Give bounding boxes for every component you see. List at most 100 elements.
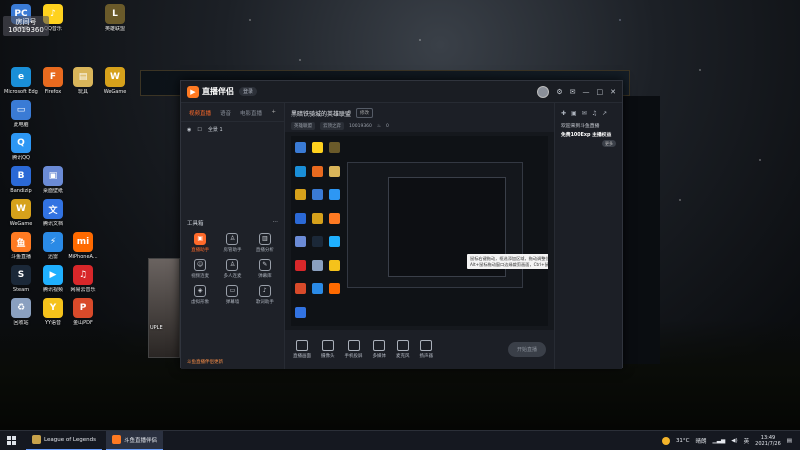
- desktop-icon[interactable]: ▤ 玩具: [66, 67, 100, 95]
- add-tab-icon[interactable]: +: [271, 109, 276, 117]
- desktop-icon[interactable]: ⚡ 迅雷: [36, 232, 70, 260]
- desktop-icon[interactable]: Q 腾讯QQ: [4, 133, 38, 161]
- source-label: 手机投屏: [344, 354, 363, 360]
- desktop-icon[interactable]: W WeGame: [98, 67, 132, 95]
- mail-icon[interactable]: ✉: [582, 110, 587, 117]
- desktop-icon[interactable]: 鱼斗鱼直播: [4, 232, 38, 260]
- tool-item[interactable]: ♪ 歌词助手: [250, 285, 280, 305]
- live-screen-button[interactable]: 直播画面: [293, 340, 311, 359]
- avatar[interactable]: [537, 85, 550, 98]
- minimize-icon[interactable]: —: [583, 88, 590, 96]
- preview-tooltip: 鼠标右键拖动，框选添加区域，拖动调整位置大小。按住Alt+鼠标拖动窗口边缘裁剪画…: [467, 254, 548, 269]
- desktop-icon-label: Microsoft Edge: [4, 89, 38, 95]
- start-button[interactable]: [0, 431, 22, 450]
- desktop-icon[interactable]: B Bandizip: [4, 166, 38, 194]
- tab-voice[interactable]: 语音: [220, 109, 231, 117]
- ime-indicator[interactable]: 英: [744, 437, 750, 445]
- desktop-icon-label: 腾讯视频: [42, 287, 63, 293]
- toolbox-title: 工具箱: [187, 221, 204, 227]
- visibility-icon[interactable]: ◉: [187, 127, 191, 133]
- tool-label: 多人连麦: [223, 274, 242, 279]
- weather-icon[interactable]: [661, 436, 670, 445]
- notification-icon[interactable]: ▤: [787, 438, 792, 444]
- desktop-icon[interactable]: ▣ 桌面壁纸: [36, 166, 70, 194]
- desktop-icon[interactable]: P 金山PDF: [66, 298, 100, 326]
- app-icon: W: [105, 67, 125, 87]
- desktop-icon[interactable]: F Firefox: [36, 67, 70, 95]
- phone-cast-button[interactable]: 手机投屏: [345, 340, 363, 359]
- tool-item[interactable]: ✎ 弹幕库: [250, 259, 280, 279]
- preview-desktop-icons: [291, 136, 345, 326]
- tool-item[interactable]: ♙ 多人连麦: [217, 259, 247, 279]
- desktop-icon[interactable]: S Steam: [4, 265, 38, 293]
- tool-icon: ♙: [226, 259, 239, 271]
- desktop-icon[interactable]: 文腾讯文档: [36, 199, 70, 227]
- message-icon[interactable]: ✉: [570, 88, 576, 96]
- desktop-icon[interactable]: Y YY语音: [36, 298, 70, 326]
- desktop-icon[interactable]: L 英雄联盟: [98, 4, 132, 32]
- lock-icon[interactable]: ☐: [197, 127, 201, 133]
- scene-row[interactable]: ◉ ☐ 全景 1: [181, 122, 284, 137]
- start-live-button[interactable]: 开始直播: [507, 342, 546, 358]
- center-pane: 黑暗铁骑城的英雄联盟 修改 英雄联盟 云顶之弈 10019360 ♨ 0 鼠标右…: [285, 103, 554, 369]
- login-button[interactable]: 登录: [239, 87, 258, 96]
- clock[interactable]: 13:49 2021/7/26: [755, 435, 781, 447]
- update-notice[interactable]: 斗鱼直播伴侣更新: [181, 355, 284, 369]
- desktop-icon-label: 此电脑: [13, 122, 29, 128]
- tool-icon: ▣: [194, 233, 207, 245]
- preview-mini-icon: [312, 189, 323, 200]
- settings-icon[interactable]: ⚙: [556, 88, 562, 96]
- taskbar-app[interactable]: League of Legends: [26, 431, 102, 450]
- desktop-icon[interactable]: ♫ 网易云音乐: [66, 265, 100, 293]
- tool-item[interactable]: ▭ 弹幕墙: [217, 285, 247, 305]
- taskbar-app[interactable]: 斗鱼直播伴侣: [105, 430, 163, 450]
- desktop-icon[interactable]: W WeGame: [4, 199, 38, 227]
- mic-button[interactable]: 麦克风: [396, 340, 410, 359]
- toolbox-header: 工具箱 ⋯: [181, 219, 284, 227]
- desktop-icon[interactable]: ▶ 腾讯视频: [36, 265, 70, 293]
- tool-item[interactable]: ▣ 直播助手: [185, 233, 215, 253]
- bag-icon[interactable]: ▣: [571, 110, 577, 117]
- scene-label: 全景 1: [207, 127, 223, 133]
- weather-text[interactable]: 晴朗: [696, 437, 707, 445]
- tool-item[interactable]: ▥ 直播分析: [250, 233, 280, 253]
- tab-video-live[interactable]: 视频直播: [189, 109, 211, 117]
- tool-item[interactable]: ♙ 房管助手: [217, 233, 247, 253]
- category-chip[interactable]: 英雄联盟: [291, 122, 315, 130]
- webcam-label: UPLE: [150, 325, 163, 331]
- media-button[interactable]: 多媒体: [373, 340, 386, 359]
- preview-mini-icon: [312, 259, 323, 271]
- more-icon[interactable]: ⋯: [273, 219, 279, 227]
- tool-item[interactable]: ◈ 虚拟形象: [185, 285, 215, 305]
- network-icon[interactable]: ▁▃▅: [713, 438, 726, 444]
- bell-icon[interactable]: ♫: [592, 110, 597, 117]
- desktop-icon-label: Firefox: [44, 89, 62, 95]
- right-pane-icons: ✚ ▣ ✉ ♫ ↗: [555, 103, 622, 122]
- source-label: 麦克风: [396, 354, 410, 360]
- desktop-icon[interactable]: ▭ 此电脑: [4, 100, 38, 128]
- volume-icon[interactable]: ◀): [731, 438, 737, 444]
- nested-preview-window: [347, 162, 523, 288]
- edit-title-button[interactable]: 修改: [356, 108, 374, 118]
- more-button[interactable]: 更多: [602, 140, 616, 147]
- close-icon[interactable]: ✕: [610, 88, 616, 96]
- tab-movie-live[interactable]: 电影直播: [240, 109, 262, 117]
- tool-label: 弹幕墙: [225, 300, 240, 305]
- temperature[interactable]: 31°C: [676, 438, 690, 444]
- room-id-badge: 房间号 10019360: [3, 16, 49, 36]
- desktop-icon[interactable]: e Microsoft Edge: [4, 67, 38, 95]
- stream-preview[interactable]: 鼠标右键拖动，框选添加区域，拖动调整位置大小。按住Alt+鼠标拖动窗口边缘裁剪画…: [291, 136, 548, 327]
- desktop-icon[interactable]: mi MiPhoneA...: [66, 232, 100, 260]
- desktop-icon-label: Bandizip: [10, 188, 32, 194]
- gift-icon[interactable]: ✚: [561, 110, 566, 117]
- camera-button[interactable]: 摄像头: [321, 340, 335, 359]
- speaker-button[interactable]: 扬声器: [420, 340, 433, 359]
- desktop-icon[interactable]: ♻ 回收站: [4, 298, 38, 326]
- app-icon: B: [11, 166, 31, 186]
- tool-item[interactable]: ☺ 视频连麦: [185, 259, 215, 279]
- share-icon[interactable]: ↗: [602, 110, 607, 117]
- maximize-icon[interactable]: □: [597, 88, 604, 96]
- desktop-icon-label: 腾讯文档: [42, 221, 63, 227]
- preview-mini-icon: [312, 283, 323, 294]
- subcategory-chip[interactable]: 云顶之弈: [320, 122, 344, 130]
